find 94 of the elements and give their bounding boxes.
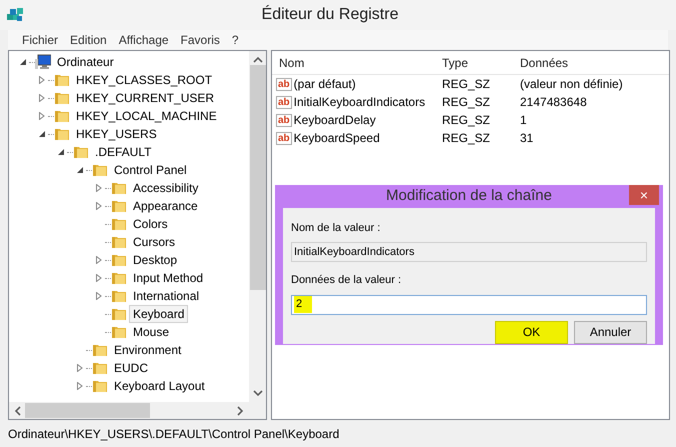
column-header[interactable]: Nom: [279, 56, 304, 70]
string-value-icon: ab: [276, 96, 292, 108]
tree-item[interactable]: HKEY_CURRENT_USER: [72, 89, 218, 107]
tree-item[interactable]: Accessibility: [129, 179, 202, 197]
folder-icon: [111, 306, 127, 322]
value-type: REG_SZ: [442, 77, 490, 91]
collapsed-arrow-icon[interactable]: [76, 364, 84, 372]
value-data: 31: [520, 131, 534, 145]
collapsed-arrow-icon[interactable]: [38, 94, 46, 102]
folder-icon: [92, 162, 108, 178]
horizontal-scrollbar[interactable]: [9, 402, 249, 419]
tree-item[interactable]: Mouse: [129, 323, 174, 341]
status-path: Ordinateur\HKEY_USERS\.DEFAULT\Control Panel\Keyboard: [8, 426, 340, 442]
tree-item[interactable]: HKEY_CLASSES_ROOT: [72, 71, 216, 89]
folder-icon: [111, 288, 127, 304]
menu-item[interactable]: Favoris: [174, 31, 226, 49]
tree-item[interactable]: HKEY_LOCAL_MACHINE: [72, 107, 221, 125]
tree-item[interactable]: Keyboard Layout: [110, 377, 209, 395]
string-value-icon: ab: [276, 132, 292, 144]
column-header[interactable]: Données: [520, 56, 568, 70]
folder-icon: [111, 198, 127, 214]
value-name-field[interactable]: InitialKeyboardIndicators: [291, 242, 647, 262]
tree-item[interactable]: .DEFAULT: [91, 143, 156, 161]
collapsed-arrow-icon[interactable]: [38, 76, 46, 84]
value-data: 2147483648: [520, 95, 587, 109]
folder-icon: [111, 180, 127, 196]
folder-icon: [111, 234, 127, 250]
tree-item[interactable]: EUDC: [110, 359, 152, 377]
menu-item[interactable]: Fichier: [16, 31, 64, 49]
value-name[interactable]: (par défaut): [294, 75, 356, 93]
collapsed-arrow-icon[interactable]: [95, 202, 103, 210]
field-label: Nom de la valeur :: [291, 220, 382, 236]
tree-item[interactable]: Cursors: [129, 233, 180, 251]
ok-button[interactable]: OK: [495, 320, 568, 344]
folder-icon: [111, 216, 127, 232]
value-type: REG_SZ: [442, 113, 490, 127]
window-title: Éditeur du Registre: [260, 4, 400, 25]
scroll-right-icon[interactable]: [237, 406, 244, 416]
tree-item[interactable]: HKEY_USERS: [72, 125, 161, 143]
value-data-field[interactable]: 2: [291, 294, 647, 314]
tree-item[interactable]: Environment: [110, 341, 186, 359]
value-name[interactable]: KeyboardDelay: [294, 111, 376, 129]
tree-item[interactable]: Colors: [129, 215, 172, 233]
collapsed-arrow-icon[interactable]: [95, 292, 103, 300]
tree-item[interactable]: Input Method: [129, 269, 208, 287]
field-label: Données de la valeur :: [291, 273, 402, 288]
tree-item[interactable]: Keyboard: [129, 305, 188, 323]
folder-icon: [54, 72, 70, 88]
value-name[interactable]: KeyboardSpeed: [294, 129, 380, 147]
value-type: REG_SZ: [442, 95, 490, 109]
menu-item[interactable]: Affichage: [112, 31, 175, 49]
menu-item[interactable]: ?: [226, 31, 245, 49]
scroll-up-icon[interactable]: [252, 56, 262, 63]
expanded-arrow-icon[interactable]: [57, 148, 65, 156]
folder-icon: [73, 144, 89, 160]
collapsed-arrow-icon[interactable]: [38, 112, 46, 120]
tree-item[interactable]: Control Panel: [110, 161, 191, 179]
tree-item[interactable]: Ordinateur: [53, 53, 118, 71]
close-button[interactable]: ×: [629, 185, 659, 205]
folder-icon: [54, 108, 70, 124]
dialog-title: Modification de la chaîne: [386, 186, 552, 206]
collapsed-arrow-icon[interactable]: [76, 382, 84, 390]
vertical-scrollbar[interactable]: [249, 51, 266, 402]
tree-item[interactable]: Desktop: [129, 251, 182, 269]
folder-icon: [92, 360, 108, 376]
folder-icon: [54, 126, 70, 142]
folder-icon: [111, 270, 127, 286]
expanded-arrow-icon[interactable]: [38, 130, 46, 138]
registry-cubes-icon: [6, 7, 24, 23]
folder-icon: [54, 90, 70, 106]
value-data: (valeur non définie): [520, 77, 623, 91]
value-name[interactable]: InitialKeyboardIndicators: [294, 93, 426, 111]
value-data: 1: [520, 113, 527, 127]
scroll-thumb[interactable]: [250, 65, 266, 290]
scroll-thumb[interactable]: [25, 403, 150, 418]
collapsed-arrow-icon[interactable]: [95, 256, 103, 264]
scroll-down-icon[interactable]: [252, 390, 262, 397]
string-value-icon: ab: [276, 114, 292, 126]
folder-icon: [111, 252, 127, 268]
menu-item[interactable]: Edition: [64, 31, 113, 49]
scroll-left-icon[interactable]: [14, 406, 21, 416]
expanded-arrow-icon[interactable]: [19, 58, 27, 66]
collapsed-arrow-icon[interactable]: [95, 274, 103, 282]
collapsed-arrow-icon[interactable]: [95, 184, 103, 192]
tree-item[interactable]: International: [129, 287, 204, 305]
cancel-button[interactable]: Annuler: [574, 320, 647, 344]
column-header[interactable]: Type: [442, 56, 468, 70]
folder-icon: [92, 378, 108, 394]
folder-icon: [111, 324, 127, 340]
folder-icon: [92, 342, 108, 358]
tree-item[interactable]: Appearance: [129, 197, 202, 215]
expanded-arrow-icon[interactable]: [76, 166, 84, 174]
string-value-icon: ab: [276, 78, 292, 90]
value-type: REG_SZ: [442, 131, 490, 145]
